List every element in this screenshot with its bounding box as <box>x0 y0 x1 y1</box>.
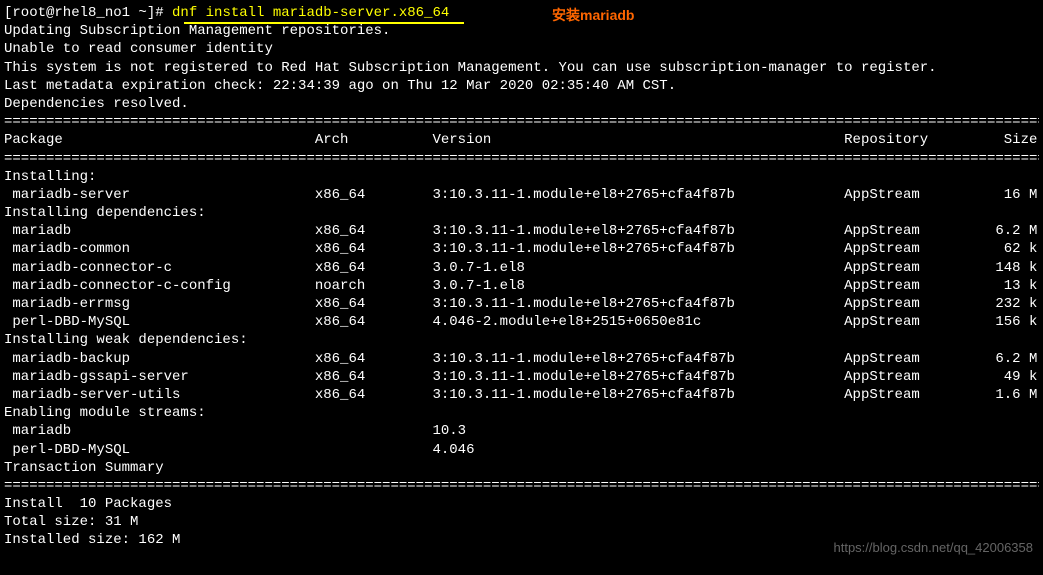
table-row: mariadb x86_64 3:10.3.11-1.module+el8+27… <box>4 222 1039 240</box>
msg-line: Unable to read consumer identity <box>4 40 1039 58</box>
separator-rule: ========================================… <box>4 113 1039 131</box>
table-row: mariadb-backup x86_64 3:10.3.11-1.module… <box>4 350 1039 368</box>
section-deps: Installing dependencies: <box>4 204 1039 222</box>
prompt-line[interactable]: [root@rhel8_no1 ~]# dnf install mariadb-… <box>4 4 1039 22</box>
prompt-prefix: [root@rhel8_no1 ~]# <box>4 5 172 21</box>
stream-list: mariadb 10.3 perl-DBD-MySQL 4.046 <box>4 422 1039 458</box>
msg-line: Last metadata expiration check: 22:34:39… <box>4 77 1039 95</box>
section-installing: Installing: <box>4 168 1039 186</box>
package-list-deps: mariadb x86_64 3:10.3.11-1.module+el8+27… <box>4 222 1039 331</box>
package-list-weak: mariadb-backup x86_64 3:10.3.11-1.module… <box>4 350 1039 405</box>
table-row: mariadb-gssapi-server x86_64 3:10.3.11-1… <box>4 368 1039 386</box>
section-streams: Enabling module streams: <box>4 404 1039 422</box>
watermark-text: https://blog.csdn.net/qq_42006358 <box>834 540 1034 557</box>
summary-total-size: Total size: 31 M <box>4 513 1039 531</box>
command-text: dnf install mariadb-server.x86_64 <box>172 5 449 21</box>
msg-line: This system is not registered to Red Hat… <box>4 59 1039 77</box>
separator-rule: ========================================… <box>4 477 1039 495</box>
msg-line: Dependencies resolved. <box>4 95 1039 113</box>
section-weak: Installing weak dependencies: <box>4 331 1039 349</box>
summary-title: Transaction Summary <box>4 459 1039 477</box>
table-row: perl-DBD-MySQL 4.046 <box>4 441 1039 459</box>
package-list-main: mariadb-server x86_64 3:10.3.11-1.module… <box>4 186 1039 204</box>
table-header: Package Arch Version Repository Size <box>4 131 1039 149</box>
table-row: perl-DBD-MySQL x86_64 4.046-2.module+el8… <box>4 313 1039 331</box>
table-row: mariadb-connector-c-config noarch 3.0.7-… <box>4 277 1039 295</box>
summary-install: Install 10 Packages <box>4 495 1039 513</box>
table-row: mariadb-server-utils x86_64 3:10.3.11-1.… <box>4 386 1039 404</box>
table-row: mariadb 10.3 <box>4 422 1039 440</box>
msg-line: Updating Subscription Management reposit… <box>4 22 1039 40</box>
table-row: mariadb-errmsg x86_64 3:10.3.11-1.module… <box>4 295 1039 313</box>
table-row: mariadb-connector-c x86_64 3.0.7-1.el8 A… <box>4 259 1039 277</box>
separator-rule: ========================================… <box>4 150 1039 168</box>
table-row: mariadb-server x86_64 3:10.3.11-1.module… <box>4 186 1039 204</box>
annotation-label: 安装mariadb <box>552 6 634 24</box>
table-row: mariadb-common x86_64 3:10.3.11-1.module… <box>4 240 1039 258</box>
command-underline <box>184 22 464 24</box>
